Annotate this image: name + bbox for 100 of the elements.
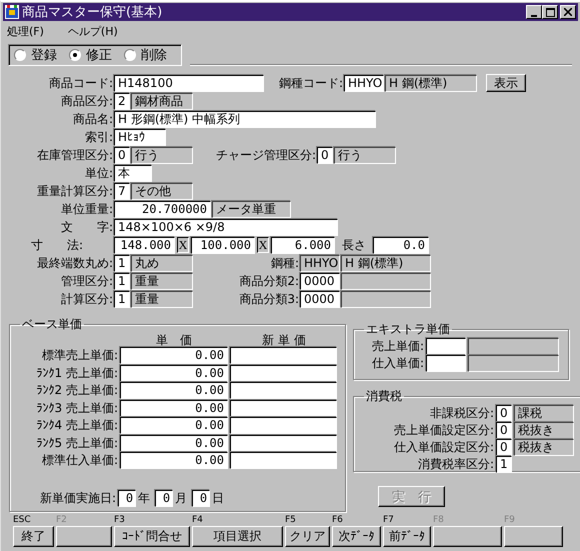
close-button[interactable] — [560, 5, 576, 19]
input-field[interactable]: 0.00 — [120, 452, 228, 470]
input-field[interactable]: 0.00 — [120, 382, 228, 400]
radio-label[interactable]: 登録 — [31, 46, 57, 64]
input-field[interactable]: 0 — [114, 146, 130, 164]
field-label: 仕入単価: — [370, 355, 424, 372]
input-field[interactable]: H 形鋼(標準) 中幅系列 — [114, 110, 376, 128]
field-label: 消費税率区分: — [416, 456, 494, 473]
function-key-button[interactable]: クリア — [285, 526, 330, 547]
display-field: 税抜き — [514, 422, 574, 439]
input-field[interactable]: 20.700000 — [114, 200, 211, 218]
input-field[interactable]: 0000 — [300, 290, 340, 308]
field-label: 商品分類3: — [238, 290, 299, 308]
display-field: 鋼材商品 — [131, 92, 193, 110]
radio-button[interactable] — [124, 49, 136, 61]
field-label: 計算区分: — [60, 290, 113, 308]
input-field[interactable]: 0.00 — [120, 347, 228, 364]
input-field[interactable]: 0.0 — [373, 236, 429, 254]
display-field: その他 — [131, 182, 193, 200]
input-field[interactable]: 0 — [155, 490, 174, 506]
field-label: 文 字: — [60, 218, 113, 236]
input-field[interactable]: 6.000 — [271, 236, 335, 254]
radio-label[interactable]: 修正 — [86, 46, 112, 64]
field-label: 鋼種コード: — [278, 74, 343, 92]
input-field[interactable]: 100.000 — [191, 236, 255, 254]
show-button[interactable]: 表示 — [486, 74, 526, 92]
field-label: 年 — [138, 490, 150, 506]
input-field[interactable]: 0.00 — [120, 417, 228, 434]
group-title: エキストラ単価 — [365, 321, 451, 338]
input-field[interactable]: HHYO — [344, 74, 384, 92]
field-label: 新単価実施日: — [40, 490, 116, 506]
function-key-button[interactable]: 前ﾃﾞｰﾀ — [383, 526, 431, 547]
multiply-sign: X — [256, 237, 270, 253]
field-label: 長さ — [341, 236, 367, 254]
key-label: F6 — [332, 515, 344, 526]
field-label: 単位重量: — [60, 200, 113, 218]
input-field[interactable]: 本 — [114, 164, 152, 182]
field-label: 管理区分: — [60, 272, 113, 290]
input-field[interactable] — [230, 364, 337, 382]
display-field: 課税 — [514, 405, 574, 422]
field-label: 在庫管理区分: — [36, 146, 113, 164]
input-field[interactable]: H148100 — [114, 74, 264, 92]
input-field[interactable]: 148×100×6 ×9/8 — [114, 218, 338, 236]
input-field[interactable]: 2 — [114, 92, 130, 110]
input-field[interactable]: 1 — [496, 456, 512, 473]
field-label: 仕入単価設定区分: — [392, 439, 494, 456]
input-field[interactable]: 148.000 — [114, 236, 175, 254]
display-field: メータ単重 — [212, 200, 291, 218]
column-header: 単 価 — [155, 332, 193, 348]
function-key-button[interactable]: 項目選択 — [192, 526, 283, 547]
input-field[interactable]: 0 — [317, 146, 333, 164]
field-label: 標準売上単価: — [40, 347, 118, 364]
input-field[interactable] — [230, 382, 337, 400]
radio-button[interactable] — [69, 49, 81, 61]
input-field[interactable] — [230, 347, 337, 364]
input-field[interactable] — [230, 452, 337, 470]
input-field[interactable] — [230, 417, 337, 434]
input-field[interactable]: 0.00 — [120, 364, 228, 382]
input-field[interactable]: 0 — [496, 439, 512, 456]
input-field[interactable]: 7 — [114, 182, 130, 200]
field-label: チャージ管理区分: — [214, 146, 316, 164]
key-label: F3 — [114, 515, 126, 526]
input-field[interactable]: 1 — [114, 272, 130, 290]
field-label: 最終端数丸め: — [36, 254, 113, 272]
radio-label[interactable]: 削除 — [141, 46, 167, 64]
field-label: 重量計算区分: — [36, 182, 113, 200]
menu-item[interactable]: 処理(F) — [7, 24, 44, 38]
input-field[interactable]: 0.00 — [120, 434, 228, 452]
field-label: ﾗﾝｸ1 売上単価: — [36, 364, 118, 382]
input-field[interactable] — [230, 434, 337, 452]
group-title: 消費税 — [365, 388, 403, 405]
field-label: ﾗﾝｸ5 売上単価: — [36, 434, 118, 452]
input-field[interactable]: 0000 — [300, 272, 340, 290]
field-label: 月 — [175, 490, 188, 506]
display-field: 税抜き — [514, 439, 574, 456]
input-field[interactable]: 0 — [496, 422, 512, 439]
field-label: 売上単価設定区分: — [392, 422, 494, 439]
input-field[interactable]: Hﾋｮｳ — [114, 128, 166, 146]
input-field[interactable]: 0 — [496, 405, 512, 422]
field-label: 単位: — [84, 164, 113, 182]
radio-button[interactable] — [14, 49, 26, 61]
field-label: 日 — [212, 490, 224, 506]
input-field[interactable] — [230, 400, 337, 417]
key-label: ESC — [13, 515, 32, 526]
field-label: 寸 法: — [30, 236, 84, 254]
input-field[interactable]: 0 — [118, 490, 136, 506]
input-field[interactable] — [426, 338, 466, 355]
menu-item[interactable]: ヘルプ(H) — [68, 24, 118, 38]
function-key-button[interactable]: 終了 — [13, 526, 54, 547]
minimize-button[interactable] — [526, 5, 542, 19]
input-field[interactable]: 0 — [192, 490, 210, 506]
field-label: 非課税区分: — [428, 405, 494, 422]
input-field[interactable]: 1 — [114, 254, 130, 272]
input-field[interactable]: 1 — [114, 290, 130, 308]
input-field[interactable]: 0.00 — [120, 400, 228, 417]
input-field[interactable] — [426, 355, 466, 372]
function-key-button[interactable]: 次ﾃﾞｰﾀ — [332, 526, 381, 547]
function-key-button[interactable]: ｺｰﾄﾞ問合せ — [114, 526, 190, 547]
maximize-button[interactable] — [542, 5, 558, 19]
key-label: F5 — [285, 515, 297, 526]
